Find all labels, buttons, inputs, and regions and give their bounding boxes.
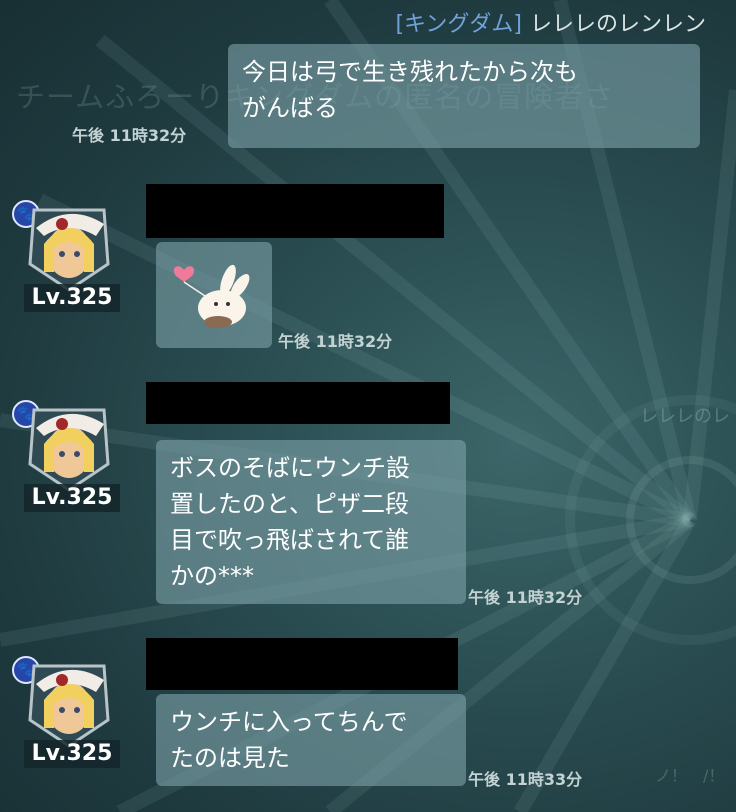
message-line: がんばる	[242, 94, 338, 122]
message-timestamp: 午後 11時33分	[468, 770, 583, 789]
bunny-with-heart-balloon-sticker	[173, 264, 250, 328]
message-line: かの***	[170, 562, 254, 590]
avatar-portrait	[28, 208, 110, 292]
message-line: たのは見た	[170, 744, 290, 772]
message-line: ウンチに入ってちんで	[170, 708, 408, 736]
redacted-name	[146, 638, 458, 690]
message-bubble[interactable]: ウンチに入ってちんで たのは見た	[156, 694, 466, 786]
message-line: 今日は弓で生き残れたから次も	[242, 58, 578, 86]
message-bubble[interactable]: ボスのそばにウンチ設 置したのと、ピザ二段 目で吹っ飛ばされて誰 かの***	[156, 440, 466, 604]
background-corner-text: ノ！ /！	[655, 766, 725, 785]
avatar[interactable]: 🐾 Lv.325	[12, 200, 120, 320]
message-bubble[interactable]: 今日は弓で生き残れたから次も がんばる	[228, 44, 700, 148]
avatar-portrait	[28, 664, 110, 748]
redacted-name	[146, 184, 444, 238]
sticker-bubble[interactable]	[156, 242, 272, 348]
level-badge: Lv.325	[24, 284, 120, 312]
sender-line: [キングダム] レレレのレンレン	[395, 6, 706, 38]
sender-name: レレレのレンレン	[529, 12, 706, 37]
message-timestamp: 午後 11時32分	[278, 332, 393, 351]
message-line: ボスのそばにウンチ設	[170, 454, 410, 482]
level-badge: Lv.325	[24, 740, 120, 768]
message-line: 目で吹っ飛ばされて誰	[170, 526, 410, 554]
avatar[interactable]: 🐾 Lv.325	[12, 656, 120, 776]
avatar-portrait	[28, 408, 110, 492]
avatar[interactable]: 🐾 Lv.325	[12, 400, 120, 520]
guild-tag: [キングダム]	[395, 12, 522, 37]
message-timestamp: 午後 11時32分	[468, 588, 583, 607]
message-line: 置したのと、ピザ二段	[170, 490, 410, 518]
message-timestamp: 午後 11時32分	[72, 126, 187, 145]
redacted-name	[146, 382, 450, 424]
background-sender-name: レレレのレ	[640, 406, 730, 427]
level-badge: Lv.325	[24, 484, 120, 512]
